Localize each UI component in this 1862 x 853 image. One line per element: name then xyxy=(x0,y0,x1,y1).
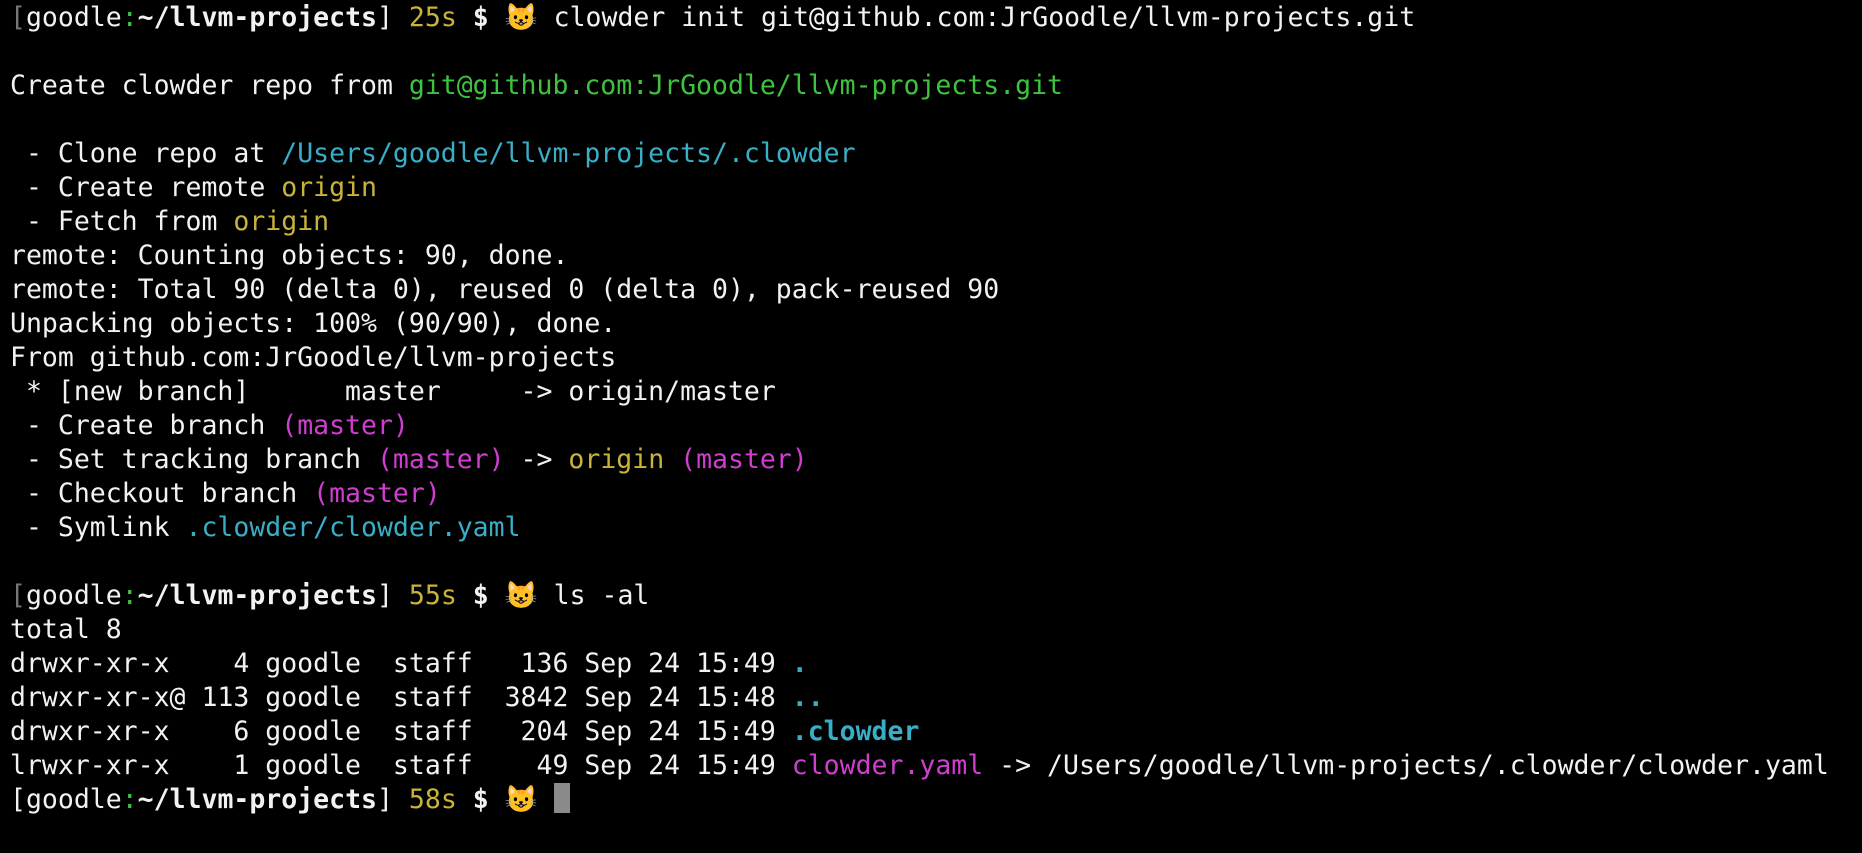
terminal-line: - Symlink .clowder/clowder.yaml xyxy=(10,511,1862,545)
terminal-text: (master) xyxy=(313,478,441,509)
terminal-line: remote: Counting objects: 90, done. xyxy=(10,239,1862,273)
terminal-text: clowder.yaml xyxy=(791,750,984,781)
terminal-text: $ xyxy=(472,580,489,611)
terminal-text: [ xyxy=(10,784,26,815)
terminal-text: $ xyxy=(472,784,489,815)
terminal-text: - Create branch xyxy=(10,410,282,441)
terminal-line: - Fetch from origin xyxy=(10,205,1862,239)
terminal-line: * [new branch] master -> origin/master xyxy=(10,375,1862,409)
terminal-text: . xyxy=(791,648,808,679)
terminal-text: -> xyxy=(504,444,569,475)
terminal-text: remote: Counting objects: 90, done. xyxy=(10,240,569,271)
terminal-line: drwxr-xr-x@ 113 goodle staff 3842 Sep 24… xyxy=(10,681,1862,715)
terminal-text: /Users/goodle/llvm-projects/.clowder xyxy=(281,138,856,169)
terminal-text: - Symlink xyxy=(10,512,186,543)
terminal-text: .clowder xyxy=(791,716,920,747)
terminal-text: : xyxy=(121,784,138,815)
terminal-text: drwxr-xr-x 6 goodle staff 204 Sep 24 15:… xyxy=(10,716,792,747)
terminal-text: origin xyxy=(233,206,330,237)
terminal-text: drwxr-xr-x@ 113 goodle staff 3842 Sep 24… xyxy=(10,682,792,713)
terminal-text: * [new branch] master -> origin/master xyxy=(10,376,776,407)
terminal-line: Create clowder repo from git@github.com:… xyxy=(10,69,1862,103)
terminal-text: lrwxr-xr-x 1 goodle staff 49 Sep 24 15:4… xyxy=(10,750,792,781)
terminal-text: clowder init git@github.com:JrGoodle/llv… xyxy=(553,2,1416,33)
terminal-text: git@github.com:JrGoodle/llvm-projects.gi… xyxy=(408,70,1063,101)
terminal-text: [ xyxy=(10,2,26,33)
terminal-line: [goodle:~/llvm-projects] 58s $ 😺 xyxy=(10,783,1862,817)
terminal-text: 😺 xyxy=(488,784,554,815)
terminal-line: From github.com:JrGoodle/llvm-projects xyxy=(10,341,1862,375)
terminal-text: goodle xyxy=(25,2,122,33)
terminal-text: : xyxy=(121,2,138,33)
terminal-text: - Set tracking branch xyxy=(10,444,377,475)
terminal-text: ls -al xyxy=(553,580,650,611)
terminal-text: ~/llvm-projects xyxy=(137,580,377,611)
terminal-line: - Checkout branch (master) xyxy=(10,477,1862,511)
terminal-text: 😺 xyxy=(488,580,554,611)
terminal-line: [goodle:~/llvm-projects] 55s $ 😺 ls -al xyxy=(10,579,1862,613)
terminal-text: ] xyxy=(377,784,409,815)
terminal-text: ] xyxy=(377,2,409,33)
terminal-text: [ xyxy=(10,580,26,611)
terminal-text: ] xyxy=(377,580,409,611)
terminal-line: drwxr-xr-x 4 goodle staff 136 Sep 24 15:… xyxy=(10,647,1862,681)
terminal-text: 25s xyxy=(408,2,457,33)
terminal-text: (master) xyxy=(376,444,505,475)
terminal-cursor[interactable] xyxy=(553,783,570,813)
terminal-text: : xyxy=(121,580,138,611)
terminal-line: [goodle:~/llvm-projects] 25s $ 😺 clowder… xyxy=(10,1,1862,35)
terminal-text: ~/llvm-projects xyxy=(137,2,377,33)
terminal-text: 58s xyxy=(408,784,457,815)
terminal-line: - Set tracking branch (master) -> origin… xyxy=(10,443,1862,477)
terminal-text: drwxr-xr-x 4 goodle staff 136 Sep 24 15:… xyxy=(10,648,792,679)
terminal-line: Unpacking objects: 100% (90/90), done. xyxy=(10,307,1862,341)
terminal-text: (master) xyxy=(281,410,409,441)
terminal-text: total 8 xyxy=(10,614,122,645)
terminal-text: Unpacking objects: 100% (90/90), done. xyxy=(10,308,617,339)
terminal-text: 😺 xyxy=(488,2,554,33)
terminal-line: total 8 xyxy=(10,613,1862,647)
terminal-line: - Create remote origin xyxy=(10,171,1862,205)
terminal-line: remote: Total 90 (delta 0), reused 0 (de… xyxy=(10,273,1862,307)
terminal-text: -> /Users/goodle/llvm-projects/.clowder/… xyxy=(983,750,1829,781)
terminal-line: lrwxr-xr-x 1 goodle staff 49 Sep 24 15:4… xyxy=(10,749,1862,783)
terminal-text: Create clowder repo from xyxy=(10,70,409,101)
terminal-text: $ xyxy=(472,2,489,33)
terminal-text: From github.com:JrGoodle/llvm-projects xyxy=(10,342,617,373)
terminal-text: origin xyxy=(281,172,377,203)
terminal-line: drwxr-xr-x 6 goodle staff 204 Sep 24 15:… xyxy=(10,715,1862,749)
terminal-text: 55s xyxy=(408,580,457,611)
terminal-text: goodle xyxy=(25,784,122,815)
terminal-window[interactable]: [goodle:~/llvm-projects] 25s $ 😺 clowder… xyxy=(0,0,1862,853)
terminal-text: remote: Total 90 (delta 0), reused 0 (de… xyxy=(10,274,1000,305)
terminal-text: .. xyxy=(791,682,824,713)
terminal-text: - Clone repo at xyxy=(10,138,282,169)
terminal-line: - Clone repo at /Users/goodle/llvm-proje… xyxy=(10,137,1862,171)
terminal-text: (master) xyxy=(680,444,808,475)
terminal-text: origin xyxy=(568,444,665,475)
terminal-text: - Checkout branch xyxy=(10,478,314,509)
terminal-text: - Fetch from xyxy=(10,206,234,237)
terminal-line: - Create branch (master) xyxy=(10,409,1862,443)
terminal-text: - Create remote xyxy=(10,172,282,203)
terminal-text: ~/llvm-projects xyxy=(137,784,377,815)
terminal-text: .clowder/clowder.yaml xyxy=(185,512,521,543)
terminal-text: goodle xyxy=(25,580,122,611)
